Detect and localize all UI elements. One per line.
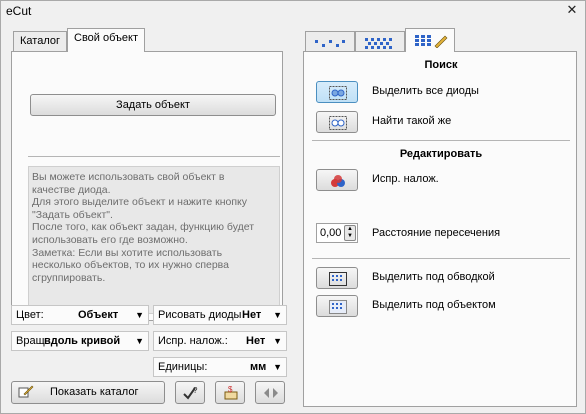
draw-diodes-value: Нет [242,309,262,321]
tab-catalog[interactable]: Каталог [13,31,67,51]
right-panel: Поиск Выделить все диоды Найти такой же … [299,27,581,411]
title-bar: eCut ✕ [1,1,585,21]
select-all-icon [329,86,347,100]
price-button[interactable]: $ [215,381,245,404]
show-catalog-button[interactable]: Показать каталог [11,381,165,404]
distance-label: Расстояние пересечения [372,227,501,239]
select-under-object-button[interactable] [316,295,358,317]
fix-overlap-button[interactable] [316,169,358,191]
help-button[interactable]: ? [175,381,205,404]
divider [28,156,280,157]
catalog-edit-icon [18,385,34,402]
close-icon[interactable]: ✕ [565,3,579,17]
help-text-box: Вы можете использовать свой объект в кач… [28,166,280,314]
edit-section-title: Редактировать [399,148,483,160]
help-line: Вы можете использовать свой объект в [32,171,225,183]
rotate-label: Вращ [16,335,45,347]
fix-overlap-value: Нет [246,335,266,347]
distance-stepper[interactable]: 0,00 ▲ ▼ [316,223,358,243]
chevron-down-icon: ▼ [273,310,282,320]
color-label: Цвет: [16,309,44,321]
help-line: "Задать объект". [32,208,113,221]
svg-text:$: $ [228,385,233,394]
color-value: Объект [78,309,119,321]
divider [312,258,570,259]
help-line: сгруппировать. [32,271,106,284]
chevron-down-icon: ▼ [135,310,144,320]
prev-next-icon [263,386,279,403]
help-line: несколько объектов, то их нужно сперва [32,259,229,272]
chevron-down-icon: ▼ [135,336,144,346]
left-panel: Каталог Свой объект Задать объект Вы мож… [7,27,289,411]
find-same-button[interactable] [316,111,358,133]
rotate-value: вдоль кривой [44,335,121,347]
rotate-dropdown[interactable]: Вращ вдоль кривой ▼ [11,331,149,351]
color-dropdown[interactable]: Цвет: Объект ▼ [11,305,149,325]
define-object-button[interactable]: Задать объект [30,94,276,116]
spin-up-icon[interactable]: ▲ [345,226,355,233]
distance-value: 0,00 [320,227,342,239]
help-line: Для этого выделите объект и нажите кнопк… [32,196,248,209]
draw-diodes-dropdown[interactable]: Рисовать диоды Нет ▼ [153,305,287,325]
window-title: eCut [6,4,32,18]
help-line: Заметка: Если вы хотите использовать [32,246,223,259]
find-same-label: Найти такой же [372,115,452,127]
search-section-title: Поиск [424,59,458,71]
show-catalog-label: Показать каталог [50,386,139,398]
price-icon: $ [223,385,239,404]
own-object-page: Задать объект Вы можете использовать сво… [11,51,283,321]
units-label: Единицы: [158,361,208,373]
units-value: мм [250,361,267,373]
units-dropdown[interactable]: Единицы: мм ▼ [153,357,287,377]
draw-diodes-label: Рисовать диоды [158,309,242,321]
select-under-outline-button[interactable] [316,267,358,289]
select-under-object-label: Выделить под объектом [372,299,496,311]
edit-page: Поиск Выделить все диоды Найти такой же … [303,51,577,407]
overlap-icon [331,175,345,187]
tab-grid-edit[interactable] [405,28,455,52]
spin-buttons[interactable]: ▲ ▼ [344,225,356,241]
ecut-window: eCut ✕ Каталог Свой объект Задать объект… [0,0,586,414]
tab-dots-pattern[interactable] [305,31,355,51]
select-under-outline-label: Выделить под обводкой [372,271,495,283]
find-same-icon [329,116,347,130]
fix-overlap-dropdown[interactable]: Испр. налож.: Нет ▼ [153,331,287,351]
spin-down-icon[interactable]: ▼ [345,233,355,240]
svg-text:?: ? [193,386,198,395]
help-line: использовать его где возможно. [32,233,188,246]
outline-grid-icon [329,272,347,286]
fix-overlap-label: Испр. налож. [372,173,439,185]
help-check-icon: ? [182,385,200,404]
fix-overlap-label: Испр. налож.: [158,335,228,347]
divider [312,140,570,141]
object-grid-icon [329,300,347,314]
prev-next-button[interactable] [255,381,285,404]
chevron-down-icon: ▼ [273,336,282,346]
chevron-down-icon: ▼ [273,362,282,372]
select-all-diodes-button[interactable] [316,81,358,103]
tab-own-object[interactable]: Свой объект [67,28,146,52]
help-line: качестве диода. [32,183,111,196]
select-all-diodes-label: Выделить все диоды [372,85,479,97]
help-line: После того, как объект задан, функцию бу… [32,221,255,234]
tab-grid-pattern[interactable] [355,31,405,51]
